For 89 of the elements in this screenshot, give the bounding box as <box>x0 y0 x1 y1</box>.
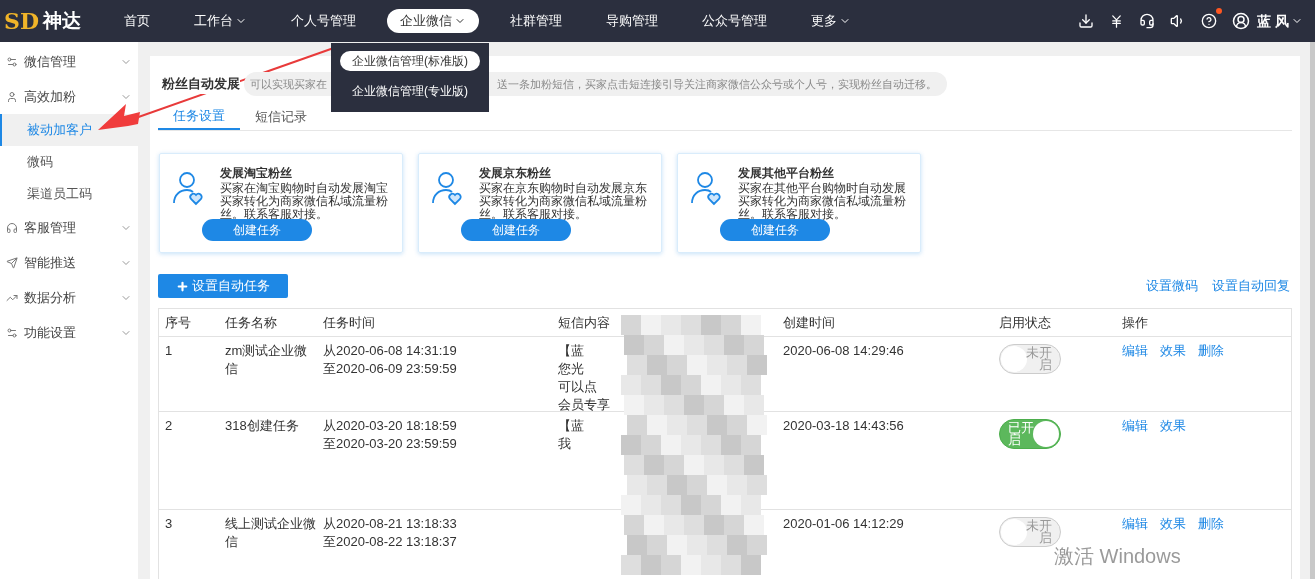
table-cell-text: 2020-01-06 14:12:29 <box>783 515 905 533</box>
download-icon[interactable] <box>1078 13 1095 29</box>
description-text: 可以实现买家在 <box>250 76 327 92</box>
sms-text: 您光 <box>558 360 584 378</box>
page-title: 粉丝自动发展 <box>162 74 240 94</box>
user-menu[interactable]: 蓝 风 <box>1257 10 1303 32</box>
logo-text: 神达 <box>42 8 81 33</box>
column-header: 任务名称 <box>225 313 278 332</box>
table-cell: 至2020-06-09 23:59:59 <box>323 360 457 378</box>
card-description: 买家在其他平台购物时自动发展买家转化为商家微信私域流量粉丝。联系客服对接。 <box>738 182 907 221</box>
nav-tab[interactable]: 首页 <box>111 9 163 33</box>
card-title: 发展淘宝粉丝 <box>220 166 293 180</box>
user-heart-icon <box>431 170 465 206</box>
table-cell: 从2020-03-20 18:18:59 <box>323 417 457 435</box>
action-link[interactable]: 效果 <box>1160 515 1186 533</box>
nav-tab[interactable]: 工作台 <box>181 9 260 33</box>
sms-text: 【蓝 <box>558 342 584 360</box>
nav-tab[interactable]: 个人号管理 <box>278 9 369 33</box>
person-icon <box>6 90 18 103</box>
tab[interactable]: 任务设置 <box>158 104 240 130</box>
table-cell: 至2020-03-20 23:59:59 <box>323 435 457 453</box>
toggle-label: 未开启 <box>1025 347 1052 371</box>
headphones-icon <box>6 221 18 234</box>
sidebar-item[interactable]: 微码 <box>0 146 138 178</box>
table-cell-text: 2020-06-08 14:29:46 <box>783 342 905 360</box>
logo-mark: SD <box>4 6 39 36</box>
user-heart-icon <box>690 170 724 206</box>
sms-text: 我 <box>558 435 571 453</box>
sms-text: 会员专享 <box>558 396 610 414</box>
description-text: 送一条加粉短信，买家点击短连接引导关注商家微信公众号或个人号，实现粉丝自动迁移。 <box>497 76 937 92</box>
nav-tab[interactable]: 社群管理 <box>497 9 575 33</box>
nav-tab[interactable]: 公众号管理 <box>689 9 780 33</box>
column-header: 任务时间 <box>323 313 376 332</box>
sidebar-group[interactable]: 微信管理 <box>0 44 138 79</box>
table-cell-text: zm测试企业微信 <box>225 342 309 378</box>
table-cell-text: 3 <box>165 515 174 533</box>
sidebar-group[interactable]: 客服管理 <box>0 210 138 245</box>
os-activation-watermark: 激活 Windows <box>1054 544 1181 569</box>
table-cell-text: 1 <box>165 342 174 360</box>
action-link[interactable]: 编辑 <box>1122 515 1148 533</box>
link[interactable]: 设置自动回复 <box>1212 276 1290 296</box>
dropdown-item[interactable]: 企业微信管理(标准版) <box>340 51 480 71</box>
action-link[interactable]: 删除 <box>1198 342 1224 360</box>
toggle-label: 已开启 <box>1008 422 1035 446</box>
sms-text: 可以点 <box>558 378 597 396</box>
column-header: 启用状态 <box>999 313 1052 332</box>
table-cell: 线上测试企业微信 <box>225 515 317 551</box>
action-link[interactable]: 效果 <box>1160 342 1186 360</box>
help-icon[interactable] <box>1201 13 1218 29</box>
table-cell-text: 318创建任务 <box>225 417 300 435</box>
link[interactable]: 设置微码 <box>1146 276 1198 296</box>
column-header: 序号 <box>165 313 192 332</box>
paper-plane-icon <box>6 256 18 269</box>
dropdown-item[interactable]: 企业微信管理(专业版) <box>340 81 480 101</box>
create-task-button[interactable]: 创建任务 <box>720 219 830 241</box>
tab[interactable]: 短信记录 <box>240 104 322 130</box>
column-header: 操作 <box>1122 313 1149 332</box>
card-title: 发展其他平台粉丝 <box>738 166 835 180</box>
action-link[interactable]: 编辑 <box>1122 417 1148 435</box>
plus-icon <box>176 279 189 293</box>
card-description: 买家在京东购物时自动发展京东买家转化为商家微信私域流量粉丝。联系客服对接。 <box>479 182 648 221</box>
create-task-button[interactable]: 创建任务 <box>461 219 571 241</box>
sidebar-group[interactable]: 功能设置 <box>0 315 138 350</box>
toggle-label: 未开启 <box>1025 520 1052 544</box>
add-auto-task-button[interactable]: 设置自动任务 <box>158 274 288 298</box>
sidebar-group[interactable]: 高效加粉 <box>0 79 138 114</box>
table-cell-text: 2 <box>165 417 174 435</box>
table-cell: 从2020-08-21 13:18:33 <box>323 515 457 533</box>
column-header: 短信内容 <box>558 313 611 332</box>
column-header: 创建时间 <box>783 313 836 332</box>
user-avatar-icon[interactable] <box>1232 12 1251 30</box>
action-link[interactable]: 效果 <box>1160 417 1186 435</box>
sidebar-item[interactable]: 渠道员工码 <box>0 178 138 210</box>
nav-tab[interactable]: 企业微信 <box>387 9 479 33</box>
user-heart-icon <box>172 170 206 206</box>
card-description: 买家在淘宝购物时自动发展淘宝买家转化为商家微信私域流量粉丝。联系客服对接。 <box>220 182 389 221</box>
headset-icon[interactable] <box>1139 13 1156 29</box>
create-task-button[interactable]: 创建任务 <box>202 219 312 241</box>
sms-text: 【蓝 <box>558 417 584 435</box>
action-link[interactable]: 删除 <box>1198 515 1224 533</box>
action-link[interactable]: 编辑 <box>1122 342 1148 360</box>
table-cell-text: 2020-03-18 14:43:56 <box>783 417 905 435</box>
nav-tab[interactable]: 更多 <box>798 9 864 33</box>
sidebar-group[interactable]: 数据分析 <box>0 280 138 315</box>
nav-tab[interactable]: 导购管理 <box>593 9 671 33</box>
table-cell: 从2020-06-08 14:31:19 <box>323 342 457 360</box>
table-cell: 至2020-08-22 13:18:37 <box>323 533 457 551</box>
card-title: 发展京东粉丝 <box>479 166 552 180</box>
sidebar-group[interactable]: 智能推送 <box>0 245 138 280</box>
